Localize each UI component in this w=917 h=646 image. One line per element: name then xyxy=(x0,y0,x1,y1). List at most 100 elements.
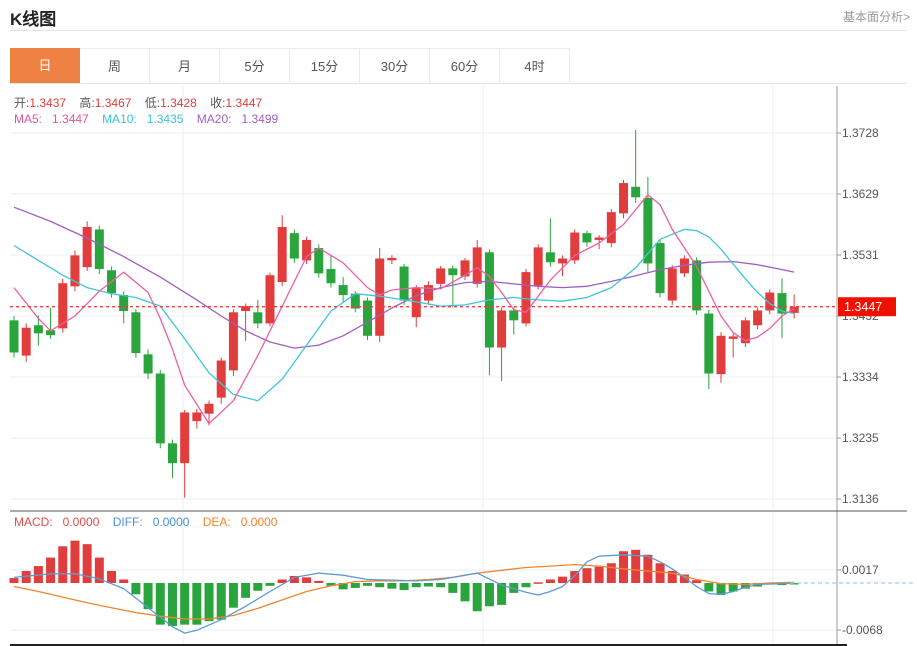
axis-label: 1.3629 xyxy=(842,187,879,201)
candle xyxy=(448,268,457,275)
tab-日[interactable]: 日 xyxy=(10,48,80,83)
macd-bar xyxy=(70,541,79,583)
ma5-line xyxy=(14,195,794,424)
candle xyxy=(95,229,104,269)
axis-label: 1.3136 xyxy=(842,492,879,506)
macd-bar xyxy=(582,568,591,583)
macd-bar xyxy=(10,578,19,583)
candle xyxy=(534,247,543,285)
macd-histogram xyxy=(10,541,799,626)
candle xyxy=(180,412,189,463)
macd-bar xyxy=(412,583,421,587)
badge-text: 1.3447 xyxy=(844,300,882,314)
period-tabs: 日周月5分15分30分60分4时 xyxy=(10,48,907,84)
ma10-label: MA10: xyxy=(102,112,137,126)
macd-bar xyxy=(156,583,165,625)
candle xyxy=(619,183,628,213)
macd-bar xyxy=(229,583,238,608)
candle xyxy=(582,233,591,242)
candle xyxy=(278,227,287,282)
macd-bar xyxy=(46,558,55,583)
axis-label: 0.0017 xyxy=(842,563,879,577)
candle xyxy=(144,354,153,373)
candle xyxy=(168,443,177,463)
ohlc-readout: 开:1.3437 高:1.3467 低:1.3428 收:1.3447 xyxy=(4,94,262,111)
candle xyxy=(729,336,738,338)
chart-area: 1.37281.36291.35311.34321.33341.32351.31… xyxy=(0,86,917,646)
dea-label: DEA: xyxy=(203,515,231,529)
candle xyxy=(290,233,299,258)
candle xyxy=(156,373,165,443)
candle xyxy=(131,312,140,353)
candle xyxy=(326,269,335,283)
candle xyxy=(400,267,409,301)
axis-label: 1.3728 xyxy=(842,126,879,140)
ma20-label: MA20: xyxy=(197,112,232,126)
fundamental-analysis-link[interactable]: 基本面分析> xyxy=(843,8,910,25)
ma20-value: 1.3499 xyxy=(241,112,278,126)
macd-label: MACD: xyxy=(14,515,53,529)
macd-bar xyxy=(375,583,384,587)
tab-4时[interactable]: 4时 xyxy=(500,48,570,83)
candle xyxy=(607,212,616,243)
macd-bar xyxy=(534,582,543,584)
tab-5分[interactable]: 5分 xyxy=(220,48,290,83)
macd-bar xyxy=(387,583,396,589)
candle xyxy=(314,248,323,273)
macd-bar xyxy=(119,579,128,583)
macd-bar xyxy=(107,571,116,583)
open-label: 开: xyxy=(14,96,29,110)
macd-bar xyxy=(424,583,433,587)
axis-label: -0.0068 xyxy=(842,623,883,637)
candle xyxy=(558,259,567,264)
diff-label: DIFF: xyxy=(113,515,143,529)
candle xyxy=(253,312,262,323)
macd-bar xyxy=(265,583,274,586)
candle xyxy=(546,252,555,262)
axis-label: 1.3235 xyxy=(842,431,879,445)
axis-label: 1.3334 xyxy=(842,370,879,384)
tab-30分[interactable]: 30分 xyxy=(360,48,430,83)
candle xyxy=(509,310,518,320)
candle xyxy=(704,314,713,374)
candle xyxy=(717,336,726,374)
tab-60分[interactable]: 60分 xyxy=(430,48,500,83)
candle xyxy=(34,325,43,333)
candle xyxy=(436,268,445,283)
candle xyxy=(217,361,226,398)
macd-value: 0.0000 xyxy=(63,515,100,529)
macd-readout: MACD:0.0000 DIFF:0.0000 DEA:0.0000 xyxy=(4,515,277,529)
ma10-value: 1.3435 xyxy=(147,112,184,126)
candles-group xyxy=(10,130,799,498)
candle xyxy=(192,412,201,421)
macd-bar xyxy=(58,546,67,583)
kline-widget: K线图 基本面分析> 日周月5分15分30分60分4时 1.3728 1.3629… xyxy=(0,0,917,646)
macd-bar xyxy=(168,583,177,626)
low-value: 1.3428 xyxy=(160,96,197,110)
macd-bar xyxy=(595,567,604,583)
axis-label: 1.3531 xyxy=(842,248,879,262)
page-title: K线图 xyxy=(10,5,56,30)
macd-bar xyxy=(205,583,214,621)
candle xyxy=(205,404,214,414)
ma5-value: 1.3447 xyxy=(52,112,89,126)
tab-周[interactable]: 周 xyxy=(80,48,150,83)
macd-bar xyxy=(656,563,665,583)
candle xyxy=(753,310,762,325)
diff-line xyxy=(14,555,794,633)
candle xyxy=(22,328,31,356)
tab-月[interactable]: 月 xyxy=(150,48,220,83)
macd-bar xyxy=(302,577,311,583)
macd-bar xyxy=(448,583,457,593)
price-axis: 1.37281.36291.35311.34321.33341.32351.31… xyxy=(837,86,883,645)
kline-chart-canvas[interactable]: 1.37281.36291.35311.34321.33341.32351.31… xyxy=(0,86,917,646)
macd-bar xyxy=(643,555,652,583)
macd-bar xyxy=(521,583,530,587)
ma5-label: MA5: xyxy=(14,112,42,126)
tab-15分[interactable]: 15分 xyxy=(290,48,360,83)
macd-bar xyxy=(131,583,140,594)
low-label: 低: xyxy=(145,96,160,110)
ma-readout: MA5: 1.3447 MA10: 1.3435 MA20: 1.3499 xyxy=(4,112,278,126)
candle xyxy=(656,243,665,293)
close-label: 收: xyxy=(210,96,225,110)
